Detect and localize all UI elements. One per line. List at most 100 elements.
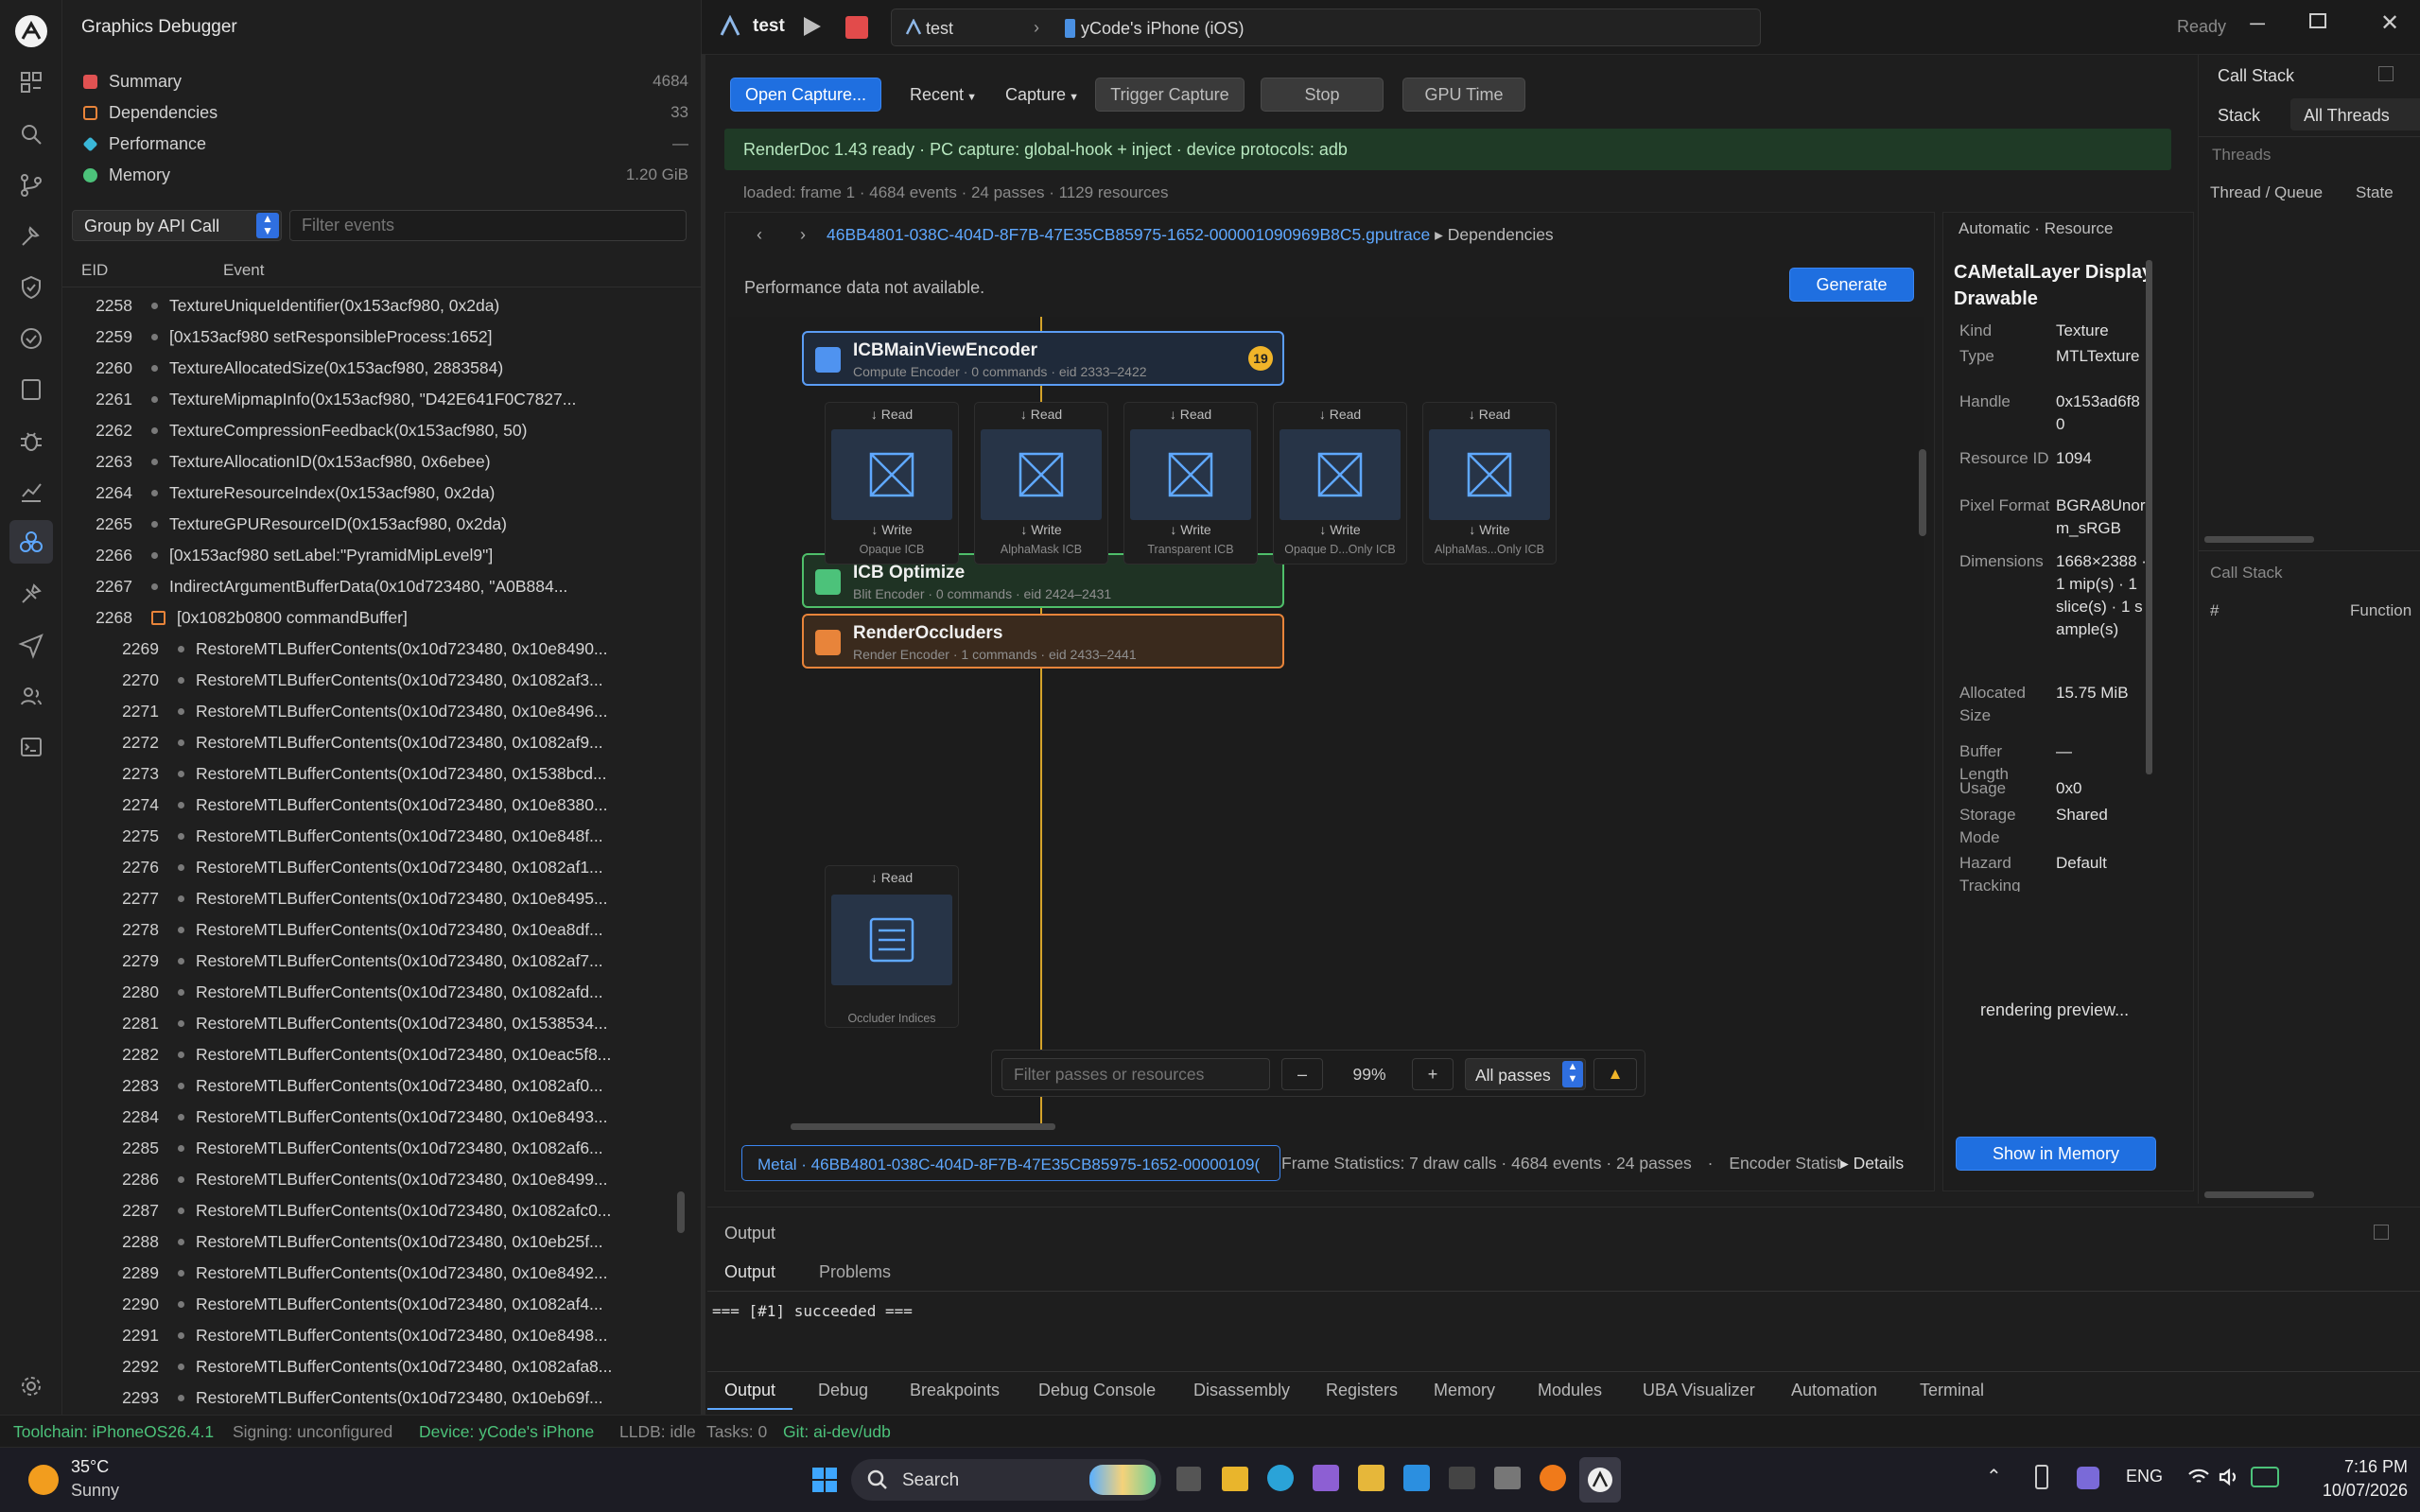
event-row[interactable]: 2260 TextureAllocatedSize(0x153acf980, 28…: [62, 353, 687, 384]
breadcrumb-file[interactable]: 46BB4801-038C-404D-8F7B-47E35CB85975-165…: [827, 225, 1430, 244]
zoom-in-button[interactable]: +: [1412, 1058, 1454, 1090]
bottom-tab-uba-visualizer[interactable]: UBA Visualizer: [1643, 1381, 1755, 1400]
zoom-out-button[interactable]: –: [1281, 1058, 1323, 1090]
taskbar-search[interactable]: Search: [851, 1459, 1161, 1501]
battery-icon[interactable]: [2251, 1467, 2279, 1487]
encoder-renderoccluders[interactable]: RenderOccluders Render Encoder · 1 comma…: [802, 614, 1284, 669]
status-lldb[interactable]: LLDB: idle: [619, 1422, 696, 1442]
open-capture-button[interactable]: Open Capture...: [730, 78, 881, 112]
event-row[interactable]: 2262 TextureCompressionFeedback(0x153acf9…: [62, 415, 687, 446]
debug-bug-icon[interactable]: [17, 426, 45, 455]
event-row[interactable]: 2289 RestoreMTLBufferContents(0x10d723480…: [62, 1258, 687, 1289]
run-play-icon[interactable]: [798, 13, 825, 40]
event-row[interactable]: 2283 RestoreMTLBufferContents(0x10d723480…: [62, 1070, 687, 1102]
event-row[interactable]: 2274 RestoreMTLBufferContents(0x10d723480…: [62, 790, 687, 821]
terminal-icon[interactable]: [17, 733, 45, 761]
deploy-icon[interactable]: [17, 580, 45, 608]
task-view-icon[interactable]: [1176, 1467, 1201, 1491]
search-icon[interactable]: [17, 120, 45, 148]
resource-icb-4[interactable]: ↓ Read ↓ Write AlphaMas...Only ICB: [1422, 402, 1557, 565]
tab-all-threads[interactable]: All Threads: [2290, 98, 2420, 130]
nav-item-performance[interactable]: Performance —: [82, 130, 688, 158]
windows-start-icon[interactable]: [811, 1467, 838, 1493]
event-row[interactable]: 2273 RestoreMTLBufferContents(0x10d723480…: [62, 758, 687, 790]
resource-icb-1[interactable]: ↓ Read ↓ Write AlphaMask ICB: [974, 402, 1108, 565]
event-row[interactable]: 2276 RestoreMTLBufferContents(0x10d723480…: [62, 852, 687, 883]
chart-icon[interactable]: [17, 478, 45, 506]
event-row[interactable]: 2282 RestoreMTLBufferContents(0x10d723480…: [62, 1039, 687, 1070]
active-app-icon[interactable]: [1579, 1457, 1621, 1503]
output-tab-problems[interactable]: Problems: [819, 1262, 891, 1282]
event-row[interactable]: 2269 RestoreMTLBufferContents(0x10d723480…: [62, 634, 687, 665]
event-row[interactable]: 2263 TextureAllocationID(0x153acf980, 0x6…: [62, 446, 687, 478]
minimize-icon[interactable]: ─: [2243, 11, 2272, 40]
shield-icon[interactable]: [17, 273, 45, 302]
bottom-tab-breakpoints[interactable]: Breakpoints: [910, 1381, 1000, 1400]
details-toggle[interactable]: ▸ Details: [1840, 1154, 1904, 1173]
event-row[interactable]: 2265 TextureGPUResourceID(0x153acf980, 0x…: [62, 509, 687, 540]
language-indicator[interactable]: ENG: [2126, 1467, 2163, 1486]
device-icon[interactable]: [17, 375, 45, 404]
nav-item-summary[interactable]: Summary 4684: [83, 67, 688, 96]
status-toolchain[interactable]: Toolchain: iPhoneOS26.4.1: [13, 1422, 214, 1442]
capture-menu[interactable]: Capture ▼: [1005, 85, 1079, 105]
encoder-icbmainviewencoder[interactable]: ICBMainViewEncoder Compute Encoder · 0 c…: [802, 331, 1284, 386]
vscode-icon[interactable]: [1403, 1465, 1430, 1491]
event-row[interactable]: 2267 IndirectArgumentBufferData(0x10d7234…: [62, 571, 687, 602]
status-device[interactable]: Device: yCode's iPhone: [419, 1422, 594, 1442]
dependency-graph[interactable]: ICBMainViewEncoder Compute Encoder · 0 c…: [728, 317, 1924, 1130]
scheme-selector[interactable]: test › yCode's iPhone (iOS): [891, 9, 1761, 46]
resource-icb-2[interactable]: ↓ Read ↓ Write Transparent ICB: [1123, 402, 1258, 565]
graph-v-scrollbar[interactable]: [1919, 449, 1926, 536]
visual-studio-icon[interactable]: [1313, 1465, 1339, 1491]
event-row[interactable]: 2288 RestoreMTLBufferContents(0x10d723480…: [62, 1226, 687, 1258]
status-tasks[interactable]: Tasks: 0: [706, 1422, 767, 1442]
back-chevron-icon[interactable]: ‹: [757, 225, 762, 245]
event-row[interactable]: 2270 RestoreMTLBufferContents(0x10d723480…: [62, 665, 687, 696]
filter-events-input[interactable]: [289, 210, 687, 241]
bottom-tab-terminal[interactable]: Terminal: [1920, 1381, 1984, 1400]
wifi-icon[interactable]: [2186, 1465, 2211, 1489]
trigger-capture-button[interactable]: Trigger Capture: [1095, 78, 1245, 112]
event-row[interactable]: 2266 [0x153acf980 setLabel:"PyramidMipLev…: [62, 540, 687, 571]
status-git[interactable]: Git: ai-dev/udb: [783, 1422, 891, 1442]
event-row[interactable]: 2261 TextureMipmapInfo(0x153acf980, "D42E…: [62, 384, 687, 415]
clock-date[interactable]: 10/07/2026: [2304, 1481, 2408, 1501]
graph-h-scrollbar[interactable]: [791, 1123, 1055, 1130]
file-explorer-icon[interactable]: [1222, 1467, 1248, 1491]
weather-sun-icon[interactable]: [28, 1465, 59, 1495]
nav-item-dependencies[interactable]: Dependencies 33: [83, 98, 688, 127]
bottom-tab-debug[interactable]: Debug: [818, 1381, 868, 1400]
bottom-tab-debug-console[interactable]: Debug Console: [1038, 1381, 1156, 1400]
search-app-icon[interactable]: [1540, 1465, 1566, 1491]
build-icon[interactable]: [17, 222, 45, 251]
tab-stack[interactable]: Stack: [2218, 106, 2260, 126]
call-stack-h-scrollbar[interactable]: [2204, 1191, 2314, 1198]
resource-icb-3[interactable]: ↓ Read ↓ Write Opaque D...Only ICB: [1273, 402, 1407, 565]
event-row[interactable]: 2287 RestoreMTLBufferContents(0x10d723480…: [62, 1195, 687, 1226]
generate-button[interactable]: Generate: [1789, 268, 1914, 302]
event-row[interactable]: 2279 RestoreMTLBufferContents(0x10d723480…: [62, 946, 687, 977]
recent-menu[interactable]: Recent ▼: [910, 85, 977, 105]
event-row[interactable]: 2259 [0x153acf980 setResponsibleProcess:1…: [62, 322, 687, 353]
camera-icon[interactable]: [1494, 1467, 1521, 1489]
test-icon[interactable]: [17, 324, 45, 353]
resource-occluder-indices[interactable]: ↓ Read Occluder Indices: [825, 865, 959, 1028]
stop-square-icon[interactable]: [845, 16, 868, 39]
panel-maximize-icon[interactable]: [2374, 1225, 2389, 1240]
tray-app-icon[interactable]: [2077, 1467, 2099, 1489]
close-icon[interactable]: ✕: [2376, 9, 2404, 38]
event-row[interactable]: 2286 RestoreMTLBufferContents(0x10d723480…: [62, 1164, 687, 1195]
passes-select[interactable]: All passes ▲ ▼: [1465, 1058, 1586, 1090]
event-row[interactable]: 2258 TextureUniqueIdentifier(0x153acf980,…: [62, 290, 687, 322]
group-by-select[interactable]: Group by API Call ▲ ▼: [72, 210, 282, 241]
encoder-stats[interactable]: Encoder Statist: [1729, 1154, 1841, 1173]
clock-time[interactable]: 7:16 PM: [2304, 1457, 2408, 1477]
edge-browser-icon[interactable]: [1267, 1465, 1294, 1491]
panel-maximize-icon[interactable]: [2378, 66, 2394, 81]
bottom-tab-disassembly[interactable]: Disassembly: [1193, 1381, 1290, 1400]
event-row[interactable]: 2272 RestoreMTLBufferContents(0x10d723480…: [62, 727, 687, 758]
stop-button[interactable]: Stop: [1261, 78, 1384, 112]
bottom-tab-modules[interactable]: Modules: [1538, 1381, 1602, 1400]
event-row[interactable]: 2275 RestoreMTLBufferContents(0x10d723480…: [62, 821, 687, 852]
